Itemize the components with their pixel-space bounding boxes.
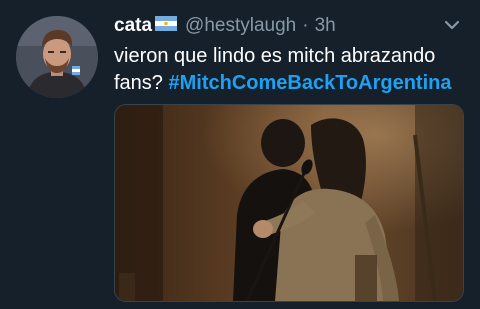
tweet-text-fragment: fans? bbox=[114, 72, 169, 94]
user-handle[interactable]: @hestylaugh bbox=[185, 15, 296, 37]
tweet-card[interactable]: cata @hestylaugh · 3h vieron que lindo e… bbox=[0, 0, 480, 309]
tweet-text: vieron que lindo es mitch abrazando fans… bbox=[114, 43, 464, 97]
tweet-photo[interactable] bbox=[114, 104, 464, 302]
tweet-header: cata @hestylaugh · 3h bbox=[114, 13, 336, 39]
chevron-down-icon[interactable] bbox=[444, 18, 460, 36]
display-name[interactable]: cata bbox=[114, 15, 152, 37]
tweet-text-line: fans? #MitchComeBackToArgentina bbox=[114, 70, 464, 97]
separator-dot: · bbox=[302, 15, 309, 36]
tweet-text-line: vieron que lindo es mitch abrazando bbox=[114, 45, 436, 67]
avatar[interactable] bbox=[16, 16, 98, 98]
timestamp[interactable]: 3h bbox=[315, 15, 336, 37]
argentina-flag-icon bbox=[155, 16, 178, 36]
hashtag-link[interactable]: #MitchComeBackToArgentina bbox=[168, 72, 451, 94]
